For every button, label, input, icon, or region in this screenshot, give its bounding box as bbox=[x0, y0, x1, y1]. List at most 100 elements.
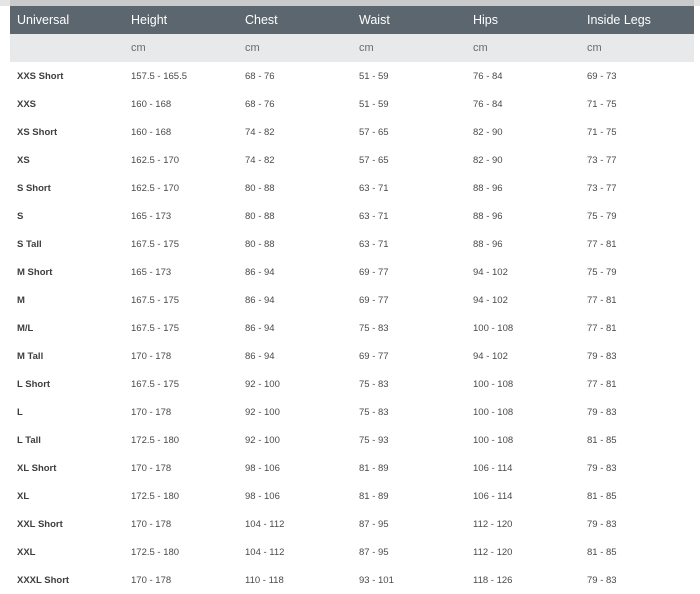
inside-legs-cell: 77 - 81 bbox=[580, 370, 694, 398]
inside-legs-cell: 69 - 73 bbox=[580, 62, 694, 90]
height-cell: 167.5 - 175 bbox=[124, 286, 238, 314]
hips-cell: 82 - 90 bbox=[466, 118, 580, 146]
table-row: XL 172.5 - 180 98 - 106 81 - 89 106 - 114 81 … bbox=[10, 482, 694, 510]
unit-cell-chest: cm bbox=[238, 34, 352, 62]
height-cell: 170 - 178 bbox=[124, 454, 238, 482]
size-cell: XXL bbox=[10, 538, 124, 566]
chest-cell: 104 - 112 bbox=[238, 538, 352, 566]
hips-cell: 82 - 90 bbox=[466, 146, 580, 174]
size-cell: XS bbox=[10, 146, 124, 174]
height-cell: 167.5 - 175 bbox=[124, 230, 238, 258]
hips-cell: 88 - 96 bbox=[466, 174, 580, 202]
waist-cell: 87 - 95 bbox=[352, 538, 466, 566]
inside-legs-cell: 77 - 81 bbox=[580, 314, 694, 342]
chest-cell: 68 - 76 bbox=[238, 90, 352, 118]
hips-cell: 76 - 84 bbox=[466, 90, 580, 118]
waist-cell: 81 - 89 bbox=[352, 454, 466, 482]
chest-cell: 86 - 94 bbox=[238, 342, 352, 370]
unit-cell-universal bbox=[10, 34, 124, 62]
hips-cell: 100 - 108 bbox=[466, 398, 580, 426]
waist-cell: 51 - 59 bbox=[352, 90, 466, 118]
table-row: XXL Short 170 - 178 104 - 112 87 - 95 112 - … bbox=[10, 510, 694, 538]
waist-cell: 63 - 71 bbox=[352, 202, 466, 230]
table-row: XL Short 170 - 178 98 - 106 81 - 89 106 - 11… bbox=[10, 454, 694, 482]
chest-cell: 104 - 112 bbox=[238, 510, 352, 538]
unit-cell-hips: cm bbox=[466, 34, 580, 62]
inside-legs-cell: 81 - 85 bbox=[580, 426, 694, 454]
hips-cell: 94 - 102 bbox=[466, 342, 580, 370]
table-row: M Tall 170 - 178 86 - 94 69 - 77 94 - 102 79 … bbox=[10, 342, 694, 370]
size-cell: XL bbox=[10, 482, 124, 510]
hips-cell: 88 - 96 bbox=[466, 202, 580, 230]
inside-legs-cell: 79 - 83 bbox=[580, 566, 694, 594]
chest-cell: 86 - 94 bbox=[238, 314, 352, 342]
chest-cell: 92 - 100 bbox=[238, 426, 352, 454]
height-cell: 172.5 - 180 bbox=[124, 482, 238, 510]
waist-cell: 51 - 59 bbox=[352, 62, 466, 90]
column-header-chest: Chest bbox=[238, 6, 352, 34]
waist-cell: 69 - 77 bbox=[352, 342, 466, 370]
table-row: M/L 167.5 - 175 86 - 94 75 - 83 100 - 108 77 … bbox=[10, 314, 694, 342]
chest-cell: 110 - 118 bbox=[238, 566, 352, 594]
chest-cell: 68 - 76 bbox=[238, 62, 352, 90]
size-cell: XXL Short bbox=[10, 510, 124, 538]
height-cell: 162.5 - 170 bbox=[124, 146, 238, 174]
unit-cell-inside-legs: cm bbox=[580, 34, 694, 62]
table-row: S 165 - 173 80 - 88 63 - 71 88 - 96 75 - 79 bbox=[10, 202, 694, 230]
chest-cell: 80 - 88 bbox=[238, 174, 352, 202]
inside-legs-cell: 77 - 81 bbox=[580, 286, 694, 314]
table-row: XS Short 160 - 168 74 - 82 57 - 65 82 - 90 71… bbox=[10, 118, 694, 146]
chest-cell: 98 - 106 bbox=[238, 482, 352, 510]
table-row: S Short 162.5 - 170 80 - 88 63 - 71 88 - 96 7… bbox=[10, 174, 694, 202]
height-cell: 160 - 168 bbox=[124, 118, 238, 146]
column-header-universal: Universal bbox=[10, 6, 124, 34]
height-cell: 170 - 178 bbox=[124, 342, 238, 370]
table-head: Universal Height Chest Waist Hips Inside… bbox=[10, 6, 694, 62]
size-cell: S Short bbox=[10, 174, 124, 202]
chest-cell: 80 - 88 bbox=[238, 202, 352, 230]
size-cell: XL Short bbox=[10, 454, 124, 482]
size-cell: M bbox=[10, 286, 124, 314]
column-header-height: Height bbox=[124, 6, 238, 34]
chest-cell: 92 - 100 bbox=[238, 370, 352, 398]
waist-cell: 87 - 95 bbox=[352, 510, 466, 538]
inside-legs-cell: 71 - 75 bbox=[580, 118, 694, 146]
hips-cell: 106 - 114 bbox=[466, 482, 580, 510]
waist-cell: 57 - 65 bbox=[352, 146, 466, 174]
column-header-inside-legs: Inside Legs bbox=[580, 6, 694, 34]
height-cell: 170 - 178 bbox=[124, 398, 238, 426]
hips-cell: 112 - 120 bbox=[466, 510, 580, 538]
inside-legs-cell: 79 - 83 bbox=[580, 398, 694, 426]
waist-cell: 81 - 89 bbox=[352, 482, 466, 510]
table-row: XXL 172.5 - 180 104 - 112 87 - 95 112 - 120 8… bbox=[10, 538, 694, 566]
chest-cell: 86 - 94 bbox=[238, 286, 352, 314]
height-cell: 157.5 - 165.5 bbox=[124, 62, 238, 90]
unit-row: cm cm cm cm cm bbox=[10, 34, 694, 62]
waist-cell: 93 - 101 bbox=[352, 566, 466, 594]
chest-cell: 80 - 88 bbox=[238, 230, 352, 258]
table-row: L Tall 172.5 - 180 92 - 100 75 - 93 100 - 10… bbox=[10, 426, 694, 454]
height-cell: 167.5 - 175 bbox=[124, 314, 238, 342]
size-cell: XS Short bbox=[10, 118, 124, 146]
height-cell: 167.5 - 175 bbox=[124, 370, 238, 398]
table-row: XXS Short 157.5 - 165.5 68 - 76 51 - 59 76 -… bbox=[10, 62, 694, 90]
hips-cell: 112 - 120 bbox=[466, 538, 580, 566]
table-row: M Short 165 - 173 86 - 94 69 - 77 94 - 102 75… bbox=[10, 258, 694, 286]
hips-cell: 94 - 102 bbox=[466, 258, 580, 286]
height-cell: 165 - 173 bbox=[124, 202, 238, 230]
table-body: XXS Short 157.5 - 165.5 68 - 76 51 - 59 76 -… bbox=[10, 62, 694, 594]
table-row: M 167.5 - 175 86 - 94 69 - 77 94 - 102 77 - 8… bbox=[10, 286, 694, 314]
waist-cell: 75 - 83 bbox=[352, 314, 466, 342]
waist-cell: 57 - 65 bbox=[352, 118, 466, 146]
header-row: Universal Height Chest Waist Hips Inside… bbox=[10, 6, 694, 34]
inside-legs-cell: 79 - 83 bbox=[580, 454, 694, 482]
inside-legs-cell: 81 - 85 bbox=[580, 482, 694, 510]
table-row: XXXL Short 170 - 178 110 - 118 93 - 101 118 … bbox=[10, 566, 694, 594]
height-cell: 162.5 - 170 bbox=[124, 174, 238, 202]
inside-legs-cell: 71 - 75 bbox=[580, 90, 694, 118]
inside-legs-cell: 79 - 83 bbox=[580, 342, 694, 370]
inside-legs-cell: 81 - 85 bbox=[580, 538, 694, 566]
chest-cell: 92 - 100 bbox=[238, 398, 352, 426]
waist-cell: 75 - 83 bbox=[352, 398, 466, 426]
size-chart-table: Universal Height Chest Waist Hips Inside… bbox=[10, 6, 694, 594]
